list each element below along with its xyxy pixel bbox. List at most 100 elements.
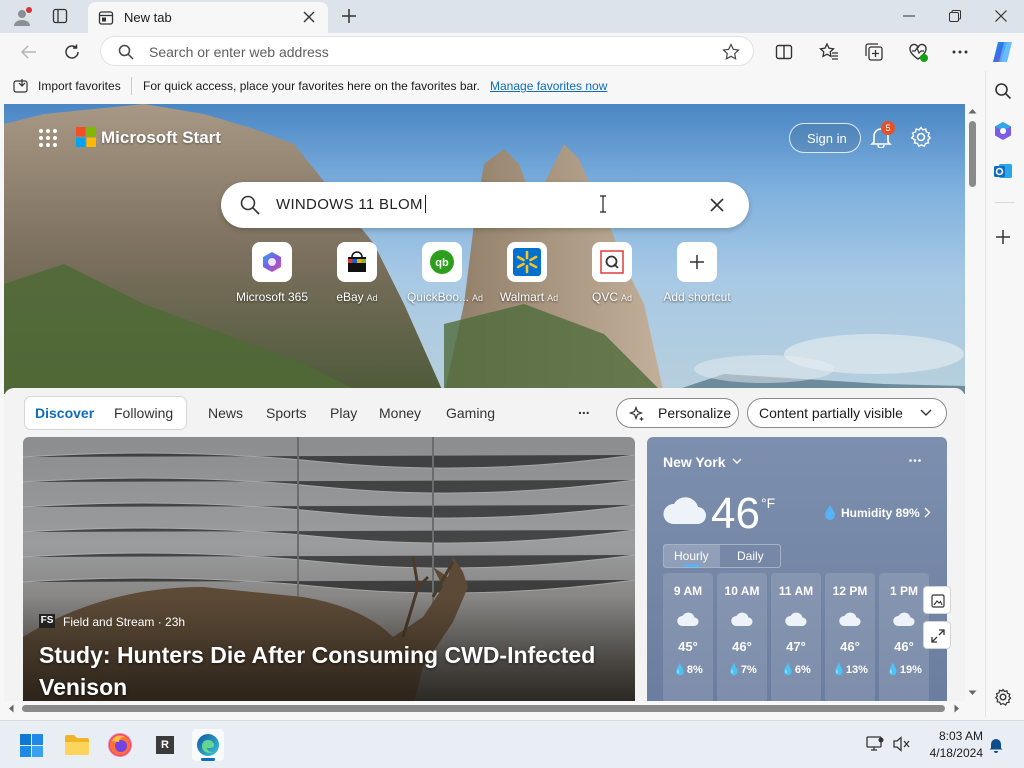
shortcut-walmart[interactable] xyxy=(507,242,547,282)
shortcut-microsoft-365[interactable] xyxy=(252,242,292,282)
weather-location[interactable]: New York xyxy=(663,454,726,470)
firefox-button[interactable] xyxy=(104,729,136,761)
app-launcher-icon[interactable] xyxy=(38,128,58,148)
minimize-button[interactable] xyxy=(903,15,915,17)
brand-name[interactable]: Microsoft Start xyxy=(101,128,221,148)
app-r-button[interactable]: R xyxy=(149,729,181,761)
sidebar-settings-icon[interactable] xyxy=(994,688,1012,706)
import-favorites-button[interactable]: Import favorites xyxy=(38,79,121,93)
favorite-star-icon[interactable] xyxy=(722,43,740,61)
temperature-unit: °F xyxy=(761,495,776,511)
settings-gear-icon[interactable] xyxy=(910,126,932,148)
tab-discover[interactable]: Discover xyxy=(35,405,94,421)
device-status-icon[interactable] xyxy=(866,736,884,752)
scroll-left-icon[interactable] xyxy=(8,704,14,713)
article-headline[interactable]: Study: Hunters Die After Consuming CWD-I… xyxy=(39,639,619,701)
clear-search-icon[interactable] xyxy=(710,198,724,212)
back-button[interactable] xyxy=(20,43,38,61)
tab-actions-icon[interactable] xyxy=(52,8,68,24)
forecast-temp: 45° xyxy=(678,639,698,654)
sign-in-button[interactable]: Sign in xyxy=(789,123,861,153)
chevron-down-icon[interactable] xyxy=(732,458,742,465)
scroll-up-icon[interactable] xyxy=(968,108,977,114)
cloud-icon xyxy=(839,612,861,627)
edge-button[interactable] xyxy=(192,729,224,761)
add-shortcut-button[interactable] xyxy=(677,242,717,282)
shortcut-label: QVC Ad xyxy=(591,290,633,304)
hourly-forecast-item[interactable]: 12 PM 46° 💧13% xyxy=(825,573,875,701)
hourly-forecast-item[interactable]: 9 AM 45° 💧8% xyxy=(663,573,713,701)
profile-icon[interactable] xyxy=(12,7,32,27)
forecast-precip: 💧7% xyxy=(727,664,757,676)
notification-bell-icon[interactable] xyxy=(989,737,1003,753)
forecast-temp: 46° xyxy=(840,639,860,654)
folder-icon xyxy=(65,735,89,755)
shortcut-quickbooks[interactable]: qb xyxy=(422,242,462,282)
chevron-right-icon[interactable] xyxy=(924,507,931,518)
refresh-button[interactable] xyxy=(63,43,81,61)
more-options-icon[interactable] xyxy=(909,459,921,462)
scroll-thumb[interactable] xyxy=(22,705,945,712)
scroll-thumb[interactable] xyxy=(969,121,976,187)
restore-button[interactable] xyxy=(949,10,961,22)
hourly-forecast-item[interactable]: 11 AM 47° 💧6% xyxy=(771,573,821,701)
hourly-label: Hourly xyxy=(674,549,709,563)
outlook-icon[interactable] xyxy=(993,161,1013,181)
current-temperature: 46 xyxy=(711,489,760,538)
tab-sports[interactable]: Sports xyxy=(266,405,306,421)
forecast-temp: 46° xyxy=(732,639,752,654)
shortcut-ebay[interactable] xyxy=(337,242,377,282)
humidity[interactable]: Humidity 89% xyxy=(841,506,920,520)
article-source[interactable]: Field and Stream · 23h xyxy=(63,615,185,629)
split-screen-icon[interactable] xyxy=(775,43,793,61)
clock-time[interactable]: 8:03 AM xyxy=(935,729,983,743)
start-button[interactable] xyxy=(16,729,48,761)
navigation-bar: Search or enter web address xyxy=(0,33,1024,71)
close-window-button[interactable] xyxy=(995,10,1007,22)
cloud-icon xyxy=(677,612,699,627)
clock-date[interactable]: 4/18/2024 xyxy=(923,746,983,760)
tab-news[interactable]: News xyxy=(208,405,243,421)
scroll-right-icon[interactable] xyxy=(954,704,960,713)
new-tab-button[interactable] xyxy=(341,8,357,24)
tab-play[interactable]: Play xyxy=(330,405,357,421)
article-card[interactable]: FS Field and Stream · 23h Study: Hunters… xyxy=(23,437,635,701)
expand-button[interactable] xyxy=(923,621,951,649)
shortcut-qvc[interactable] xyxy=(592,242,632,282)
horizontal-scrollbar[interactable] xyxy=(4,701,965,716)
tab-title: New tab xyxy=(124,10,172,25)
hourly-forecast-item[interactable]: 10 AM 46° 💧7% xyxy=(717,573,767,701)
content-visibility-dropdown[interactable]: Content partially visible xyxy=(747,398,947,428)
favorites-icon[interactable] xyxy=(819,42,839,62)
search-icon[interactable] xyxy=(994,82,1012,100)
weather-card[interactable]: New York 46 °F Humidity 89% Hourly Daily… xyxy=(647,437,947,701)
manage-favorites-link[interactable]: Manage favorites now xyxy=(490,79,607,93)
volume-muted-icon[interactable] xyxy=(893,736,911,752)
tab-money[interactable]: Money xyxy=(379,405,421,421)
add-sidebar-app-icon[interactable] xyxy=(995,229,1011,245)
forecast-temp: 47° xyxy=(786,639,806,654)
personalize-label: Personalize xyxy=(658,405,732,421)
collections-icon[interactable] xyxy=(864,42,884,62)
browser-essentials-icon[interactable] xyxy=(907,41,929,63)
more-tabs-button[interactable]: ... xyxy=(578,401,590,417)
hourly-forecast-item[interactable]: 1 PM 46° 💧19% xyxy=(879,573,929,701)
edge-sidebar xyxy=(985,71,1024,717)
tab-gaming[interactable]: Gaming xyxy=(446,405,495,421)
copilot-icon[interactable] xyxy=(990,39,1016,65)
microsoft-365-icon[interactable] xyxy=(993,121,1013,141)
personalize-button[interactable]: Personalize xyxy=(616,398,739,428)
settings-more-icon[interactable] xyxy=(952,50,968,54)
web-search-box[interactable]: WINDOWS 11 BLOM xyxy=(221,182,749,228)
feedback-button[interactable] xyxy=(923,586,951,614)
tab-following[interactable]: Following xyxy=(114,405,173,421)
tab-new-tab[interactable]: New tab xyxy=(88,2,328,33)
address-bar[interactable]: Search or enter web address xyxy=(100,36,754,66)
hourly-tab[interactable]: Hourly xyxy=(664,545,720,567)
vertical-scrollbar[interactable] xyxy=(965,104,980,701)
close-tab-icon[interactable] xyxy=(303,11,315,23)
search-input[interactable]: WINDOWS 11 BLOM xyxy=(276,196,423,213)
file-explorer-button[interactable] xyxy=(61,729,93,761)
scroll-down-icon[interactable] xyxy=(968,690,977,696)
daily-tab[interactable]: Daily xyxy=(737,549,764,563)
